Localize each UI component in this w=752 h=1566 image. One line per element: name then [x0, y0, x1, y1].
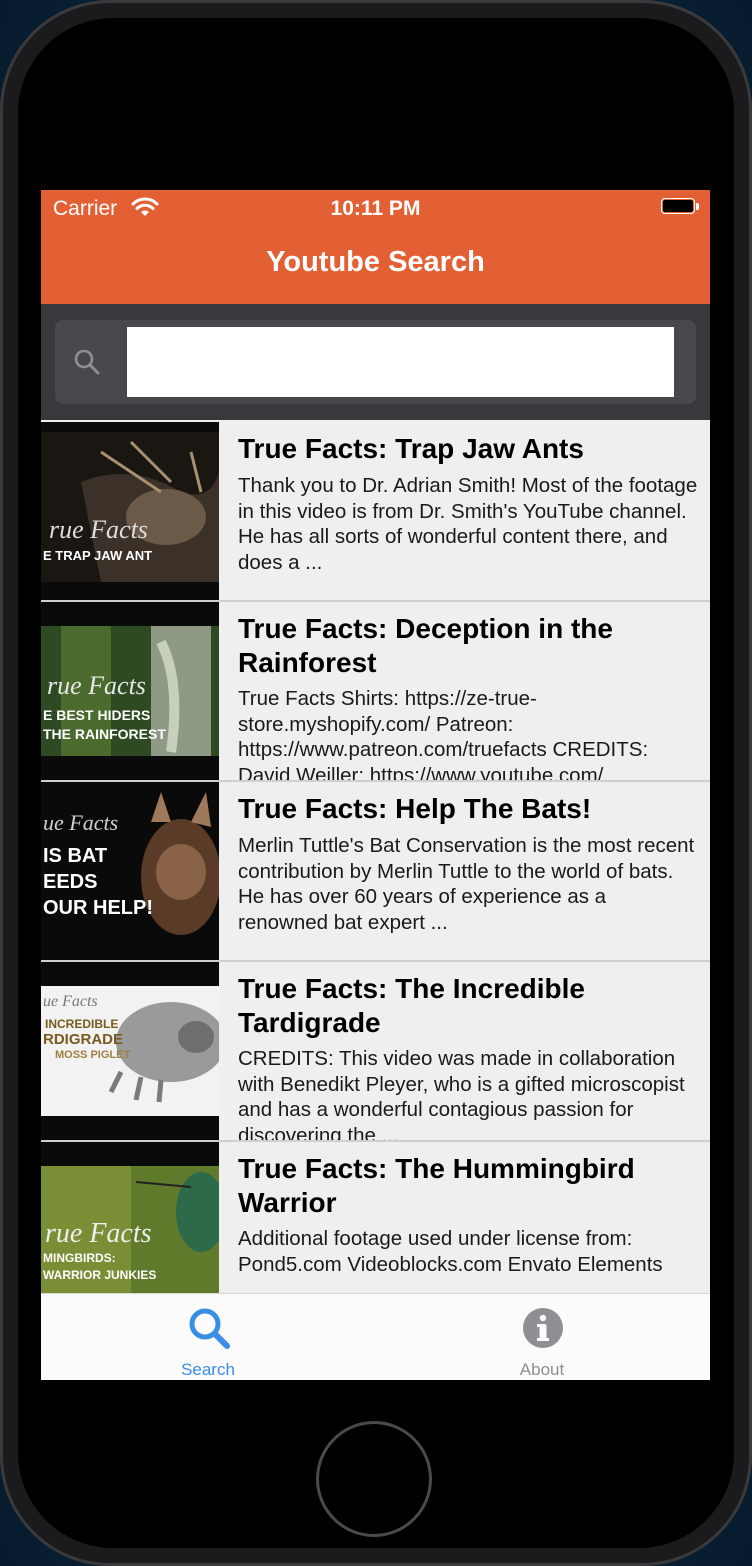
list-item[interactable]: rue Facts MINGBIRDS: WARRIOR JUNKIES Tru…	[41, 1142, 710, 1293]
video-thumbnail: rue Facts MINGBIRDS: WARRIOR JUNKIES	[41, 1142, 219, 1293]
svg-text:EEDS: EEDS	[43, 871, 97, 893]
svg-text:E TRAP JAW ANT: E TRAP JAW ANT	[43, 548, 152, 563]
video-title: True Facts: Help The Bats!	[238, 793, 592, 824]
svg-text:rue Facts: rue Facts	[49, 515, 148, 544]
svg-text:E BEST HIDERS: E BEST HIDERS	[43, 707, 150, 723]
svg-text:rue Facts: rue Facts	[45, 1218, 152, 1249]
page-title: Youtube Search	[266, 246, 485, 278]
video-title: True Facts: Deception in the Rainforest	[238, 613, 613, 678]
svg-text:RDIGRADE: RDIGRADE	[43, 1031, 123, 1048]
tab-bar: Search About	[41, 1293, 710, 1380]
svg-text:ue Facts: ue Facts	[43, 993, 98, 1010]
video-description: Merlin Tuttle's Bat Conservation is the …	[238, 834, 695, 935]
video-description: Thank you to Dr. Adrian Smith! Most of t…	[238, 474, 698, 575]
video-description: CREDITS: This video was made in collabor…	[238, 1047, 685, 1140]
svg-text:rue Facts: rue Facts	[47, 671, 146, 700]
status-bar: Carrier 10:11 PM	[41, 190, 710, 228]
svg-text:MINGBIRDS:: MINGBIRDS:	[43, 1251, 116, 1265]
svg-text:IS BAT: IS BAT	[43, 845, 107, 867]
search-field[interactable]	[55, 320, 696, 404]
video-description: True Facts Shirts: https://ze-true-store…	[238, 687, 649, 780]
svg-text:WARRIOR JUNKIES: WARRIOR JUNKIES	[43, 1268, 156, 1282]
tab-about[interactable]: About	[375, 1294, 709, 1380]
video-title: True Facts: The Hummingbird Warrior	[238, 1153, 635, 1218]
svg-text:MOSS PIGLET: MOSS PIGLET	[55, 1049, 130, 1061]
svg-text:ue Facts: ue Facts	[43, 810, 118, 835]
list-item[interactable]: rue Facts E TRAP JAW ANT True Facts: Tra…	[41, 422, 710, 602]
search-input[interactable]	[127, 327, 674, 397]
tab-about-label: About	[519, 1360, 565, 1379]
navigation-bar: Carrier 10:11 PM Youtube Search	[41, 190, 710, 304]
list-item[interactable]: rue Facts E BEST HIDERS THE RAINFOREST T…	[41, 602, 710, 782]
video-title: True Facts: The Incredible Tardigrade	[238, 973, 585, 1038]
svg-text:INCREDIBLE: INCREDIBLE	[45, 1017, 118, 1031]
home-button[interactable]	[316, 1421, 432, 1537]
svg-text:OUR HELP!: OUR HELP!	[43, 897, 153, 919]
video-thumbnail: ue Facts IS BAT EEDS OUR HELP!	[41, 782, 219, 960]
video-title: True Facts: Trap Jaw Ants	[238, 433, 584, 464]
list-item[interactable]: ue Facts IS BAT EEDS OUR HELP! True Fact…	[41, 782, 710, 962]
video-thumbnail: rue Facts E TRAP JAW ANT	[41, 422, 219, 600]
svg-text:THE RAINFOREST: THE RAINFOREST	[43, 726, 166, 742]
video-description: Additional footage used under license fr…	[238, 1227, 663, 1276]
search-bar	[41, 304, 710, 420]
tab-search[interactable]: Search	[41, 1294, 375, 1380]
app-screen: Carrier 10:11 PM Youtube Search rue Fact…	[41, 190, 710, 1380]
info-icon	[521, 1306, 565, 1350]
list-item[interactable]: ue Facts INCREDIBLE RDIGRADE MOSS PIGLET…	[41, 962, 710, 1142]
status-time: 10:11 PM	[330, 197, 421, 220]
video-thumbnail: ue Facts INCREDIBLE RDIGRADE MOSS PIGLET	[41, 962, 219, 1140]
video-thumbnail: rue Facts E BEST HIDERS THE RAINFOREST	[41, 602, 219, 780]
search-icon	[187, 1306, 231, 1350]
tab-search-label: Search	[181, 1360, 235, 1379]
search-icon	[73, 348, 101, 376]
results-list[interactable]: rue Facts E TRAP JAW ANT True Facts: Tra…	[41, 422, 710, 1293]
battery-icon	[661, 198, 699, 216]
